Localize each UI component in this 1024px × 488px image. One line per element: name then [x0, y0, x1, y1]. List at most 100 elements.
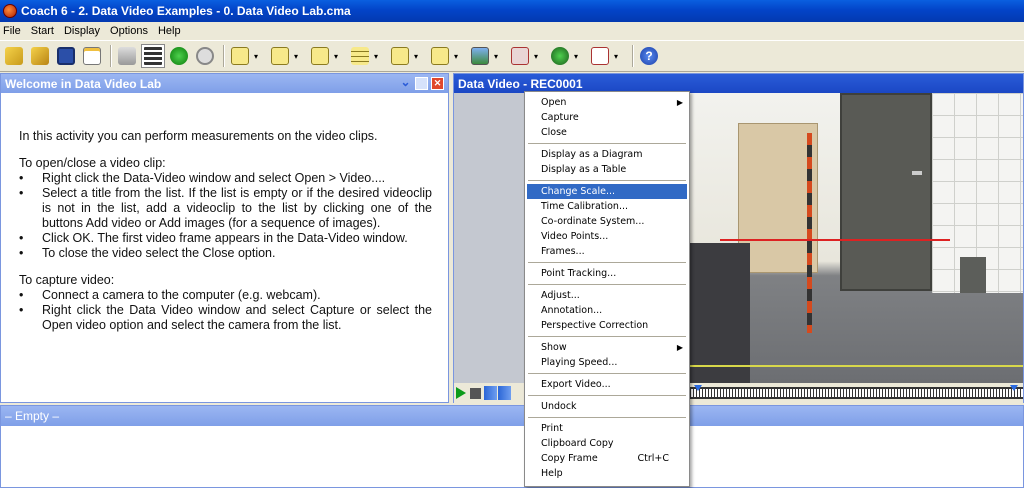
chevron-down-icon[interactable]: ▾	[254, 52, 262, 61]
menu-item-playing-speed[interactable]: Playing Speed...	[527, 355, 687, 370]
list-item: Right click the Data Video window and se…	[19, 303, 432, 333]
video-image	[690, 93, 1023, 383]
menu-item-label: Open	[541, 97, 567, 108]
new-window-icon[interactable]	[80, 44, 104, 68]
menu-item-perspective-correction[interactable]: Perspective Correction	[527, 318, 687, 333]
menu-item-frames[interactable]: Frames...	[527, 244, 687, 259]
video-icon[interactable]	[508, 44, 532, 68]
door	[840, 93, 932, 291]
context-menu: Open ▶ Capture Close Display as a Diagram…	[524, 91, 690, 487]
menu-separator	[528, 143, 686, 144]
scale-pole	[807, 133, 812, 333]
reset-icon[interactable]	[193, 44, 217, 68]
empty-panel: – Empty –	[0, 405, 1024, 488]
toolbar: ▾ ▾ ▾ ▾ ▾ ▾ ▾ ▾ ▾ ▾ ?	[0, 40, 1024, 72]
menu-separator	[528, 373, 686, 374]
door-handle	[912, 171, 922, 175]
menu-item-change-scale[interactable]: Change Scale...	[527, 184, 687, 199]
menu-item-help[interactable]: Help	[527, 466, 687, 481]
stop-icon[interactable]	[470, 387, 481, 399]
menu-item-show[interactable]: Show ▶	[527, 340, 687, 355]
previous-frame-icon[interactable]	[498, 386, 511, 400]
value-display-icon[interactable]	[268, 44, 292, 68]
menu-item-display-table[interactable]: Display as a Table	[527, 162, 687, 177]
save-icon[interactable]	[54, 44, 78, 68]
empty-panel-header: – Empty –	[1, 406, 1023, 426]
open-folder-icon[interactable]	[2, 44, 26, 68]
chevron-down-icon[interactable]: ▾	[614, 52, 622, 61]
list-item: Click OK. The first video frame appears …	[19, 231, 432, 246]
text-icon[interactable]	[588, 44, 612, 68]
menu-item-annotation[interactable]: Annotation...	[527, 303, 687, 318]
open-steps-list: Right click the Data-Video window and se…	[19, 171, 432, 261]
maximize-icon[interactable]	[415, 77, 428, 90]
menu-item-capture[interactable]: Capture	[527, 110, 687, 125]
title-bar: Coach 6 - 2. Data Video Examples - 0. Da…	[0, 0, 1024, 22]
end-marker[interactable]	[1010, 385, 1018, 391]
frame-timeline[interactable]	[690, 385, 1023, 399]
list-item: Connect a camera to the computer (e.g. w…	[19, 288, 432, 303]
chevron-down-icon[interactable]: ⌄	[399, 76, 412, 90]
chevron-down-icon[interactable]: ▾	[294, 52, 302, 61]
menu-item-label: Show	[541, 342, 567, 353]
menu-separator	[528, 262, 686, 263]
menu-item-label: Copy Frame	[541, 453, 598, 464]
menu-item-open[interactable]: Open ▶	[527, 95, 687, 110]
menu-item-close[interactable]: Close	[527, 125, 687, 140]
menu-file[interactable]: File	[0, 25, 26, 37]
help-icon[interactable]: ?	[637, 44, 661, 68]
sensor-icon[interactable]	[548, 44, 572, 68]
close-icon[interactable]: ✕	[431, 77, 444, 90]
play-icon[interactable]	[167, 44, 191, 68]
graph-icon[interactable]	[308, 44, 332, 68]
meter-icon[interactable]	[228, 44, 252, 68]
intro-text: In this activity you can perform measure…	[19, 129, 378, 143]
menu-bar: File Start Display Options Help	[0, 22, 1024, 40]
menu-options[interactable]: Options	[105, 25, 153, 37]
chart-icon[interactable]	[388, 44, 412, 68]
chevron-down-icon[interactable]: ▾	[374, 52, 382, 61]
film-icon[interactable]	[141, 44, 165, 68]
submenu-arrow-icon: ▶	[676, 98, 683, 107]
menu-item-print[interactable]: Print	[527, 421, 687, 436]
chevron-down-icon[interactable]: ▾	[414, 52, 422, 61]
list-item: Select a title from the list. If the lis…	[19, 186, 432, 231]
menu-item-point-tracking[interactable]: Point Tracking...	[527, 266, 687, 281]
chevron-down-icon[interactable]: ▾	[534, 52, 542, 61]
menu-separator	[528, 395, 686, 396]
capture-steps-list: Connect a camera to the computer (e.g. w…	[19, 288, 432, 333]
chevron-down-icon[interactable]: ▾	[334, 52, 342, 61]
menu-item-coordinate-system[interactable]: Co-ordinate System...	[527, 214, 687, 229]
toolbar-separator	[223, 45, 224, 67]
menu-item-adjust[interactable]: Adjust...	[527, 288, 687, 303]
chevron-down-icon[interactable]: ▾	[454, 52, 462, 61]
menu-item-display-diagram[interactable]: Display as a Diagram	[527, 147, 687, 162]
shelf	[738, 123, 818, 273]
welcome-panel-title: Welcome in Data Video Lab	[5, 76, 162, 91]
print-icon[interactable]	[115, 44, 139, 68]
scale-line[interactable]	[720, 239, 950, 241]
menu-start[interactable]: Start	[26, 25, 59, 37]
menu-item-time-calibration[interactable]: Time Calibration...	[527, 199, 687, 214]
chevron-down-icon[interactable]: ▾	[574, 52, 582, 61]
menu-item-undock[interactable]: Undock	[527, 399, 687, 414]
play-icon[interactable]	[456, 387, 466, 399]
list-item: To close the video select the Close opti…	[19, 246, 432, 261]
menu-display[interactable]: Display	[59, 25, 105, 37]
menu-item-clipboard-copy[interactable]: Clipboard Copy	[527, 436, 687, 451]
window-title: Coach 6 - 2. Data Video Examples - 0. Da…	[21, 4, 351, 18]
chevron-down-icon[interactable]: ▾	[494, 52, 502, 61]
menu-item-video-points[interactable]: Video Points...	[527, 229, 687, 244]
menu-help[interactable]: Help	[153, 25, 186, 37]
folder-icon[interactable]	[28, 44, 52, 68]
table-icon[interactable]	[348, 44, 372, 68]
data-video-title: Data Video - REC0001	[458, 76, 583, 91]
axis-line	[690, 365, 1023, 367]
menu-item-export-video[interactable]: Export Video...	[527, 377, 687, 392]
image-icon[interactable]	[468, 44, 492, 68]
welcome-panel: Welcome in Data Video Lab ⌄ ✕ In this ac…	[0, 73, 449, 403]
start-marker[interactable]	[694, 385, 702, 391]
list-icon[interactable]	[428, 44, 452, 68]
menu-item-copy-frame[interactable]: Copy Frame Ctrl+C	[527, 451, 687, 466]
first-frame-icon[interactable]	[484, 386, 497, 400]
